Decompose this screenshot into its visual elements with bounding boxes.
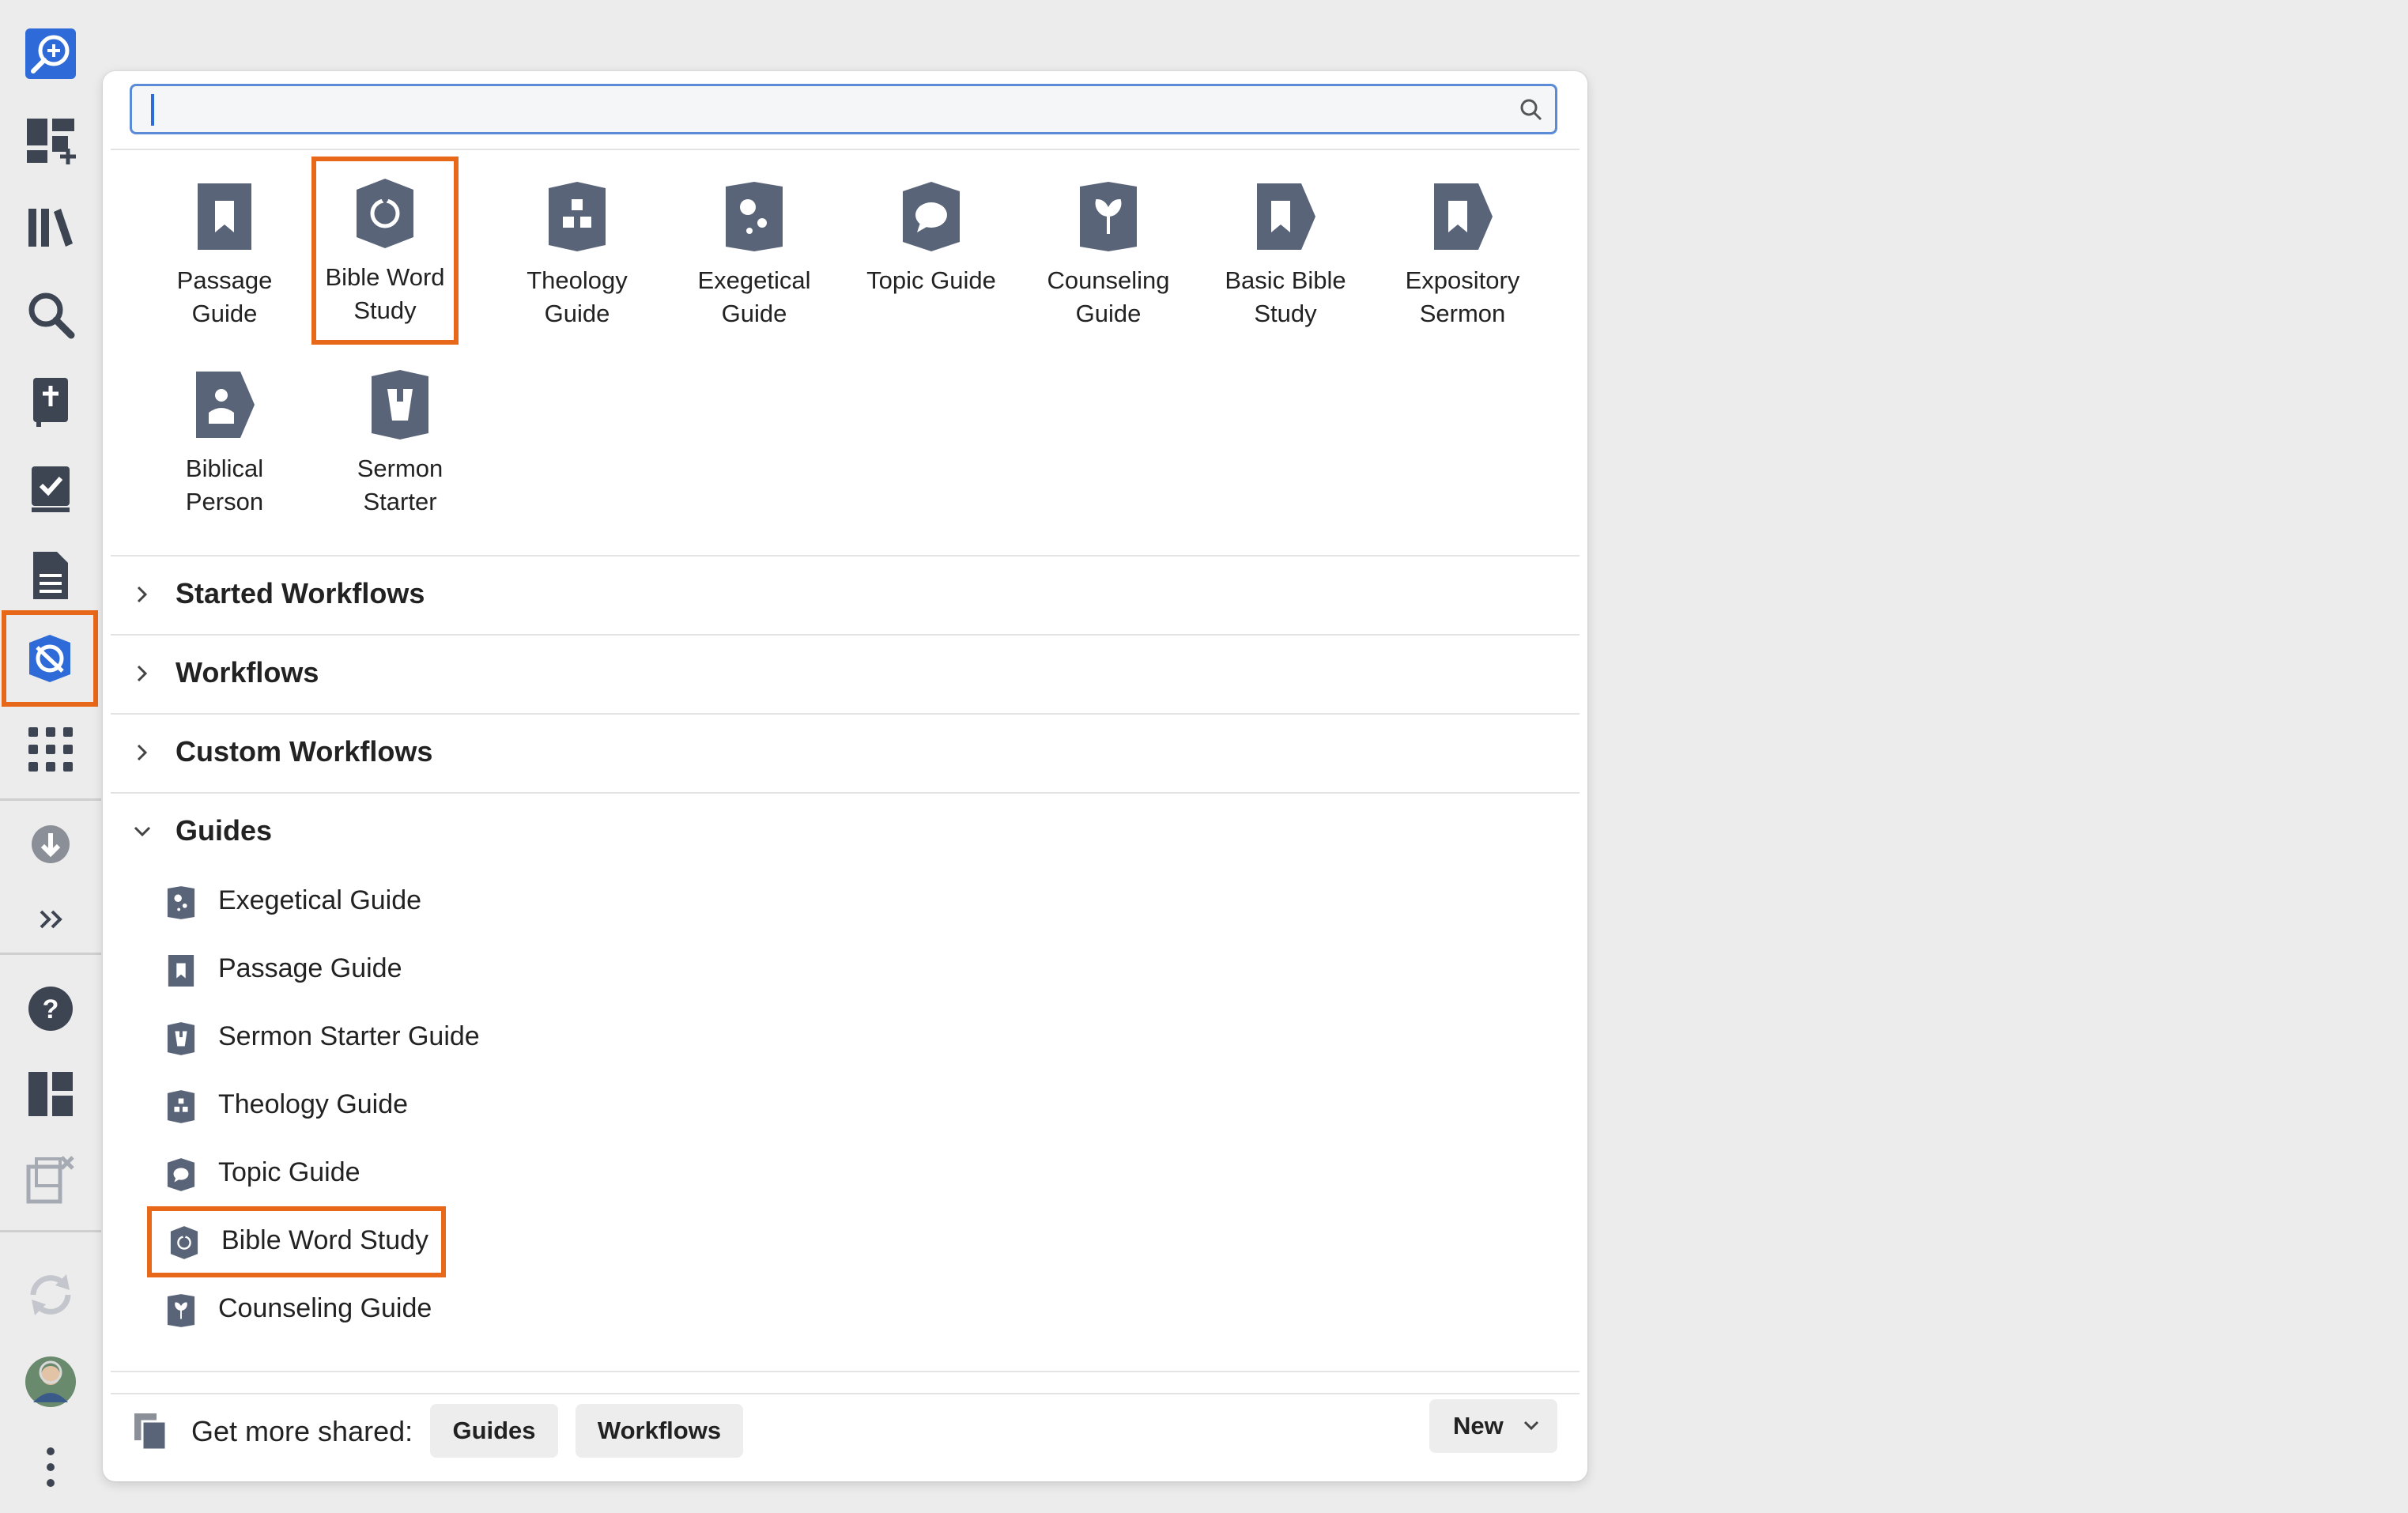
tile-expository-sermon[interactable]: Expository Sermon: [1374, 160, 1551, 343]
section-title: Guides: [176, 814, 273, 847]
guide-label: Counseling Guide: [218, 1293, 432, 1323]
tile-biblical-person[interactable]: Biblical Person: [136, 348, 313, 531]
guide-item-sermon-starter-guide[interactable]: Sermon Starter Guide: [152, 1009, 626, 1067]
left-toolbar: ?: [0, 0, 101, 1513]
svg-text:?: ?: [43, 994, 59, 1024]
tile-label: Bible Word Study: [325, 263, 445, 324]
guide-item-counseling-guide[interactable]: Counseling Guide: [152, 1281, 626, 1339]
tile-label: Basic Bible Study: [1225, 266, 1346, 327]
search-box[interactable]: [130, 84, 1557, 134]
tile-basic-bible-study[interactable]: Basic Bible Study: [1197, 160, 1374, 343]
search-input[interactable]: [146, 94, 1490, 126]
tile-counseling-guide[interactable]: Counseling Guide: [1020, 160, 1197, 343]
toolbar-divider: [0, 953, 101, 955]
new-button-label: New: [1453, 1412, 1504, 1439]
shared-guides-button[interactable]: Guides: [430, 1404, 558, 1458]
guide-item-topic-guide[interactable]: Topic Guide: [152, 1145, 626, 1203]
more-chevrons-icon[interactable]: [13, 881, 89, 957]
guide-label: Topic Guide: [218, 1157, 360, 1187]
chevron-right-icon: [131, 662, 153, 685]
get-more-shared-label: Get more shared:: [191, 1415, 413, 1447]
guide-item-passage-guide[interactable]: Passage Guide: [152, 941, 626, 999]
layouts-icon[interactable]: [13, 1056, 89, 1132]
tile-label: Counseling Guide: [1047, 266, 1170, 327]
tile-exegetical-guide[interactable]: Exegetical Guide: [666, 160, 843, 343]
toolbar-divider: [0, 1230, 101, 1232]
tile-sermon-starter[interactable]: Sermon Starter: [311, 348, 489, 531]
chevron-down-icon: [1523, 1421, 1539, 1431]
guide-item-bible-word-study[interactable]: Bible Word Study: [147, 1206, 446, 1277]
avatar[interactable]: [13, 1344, 89, 1420]
counseling-guide-icon: [1077, 180, 1140, 253]
chevron-right-icon: [131, 583, 153, 606]
counseling-guide-icon: [166, 1293, 196, 1328]
tile-label: Expository Sermon: [1405, 266, 1520, 327]
divider: [111, 149, 1580, 150]
close-panels-icon[interactable]: [13, 1141, 89, 1217]
theology-guide-icon: [545, 180, 609, 253]
divider: [111, 1371, 1580, 1372]
footer-bar: Get more shared: Guides Workflows New: [103, 1383, 1587, 1481]
guides-icon[interactable]: [2, 610, 98, 707]
chevron-down-icon: [131, 821, 153, 843]
bible-icon[interactable]: [13, 364, 89, 440]
guide-label: Exegetical Guide: [218, 885, 422, 915]
exegetical-guide-icon: [166, 885, 196, 920]
guide-label: Theology Guide: [218, 1089, 409, 1119]
guide-label: Sermon Starter Guide: [218, 1021, 480, 1051]
guide-label: Bible Word Study: [221, 1225, 429, 1255]
theology-guide-icon: [166, 1089, 196, 1124]
add-panel-icon[interactable]: [13, 103, 89, 179]
search-icon[interactable]: [1519, 97, 1544, 123]
section-guides[interactable]: Guides: [111, 794, 1580, 871]
expository-sermon-icon: [1431, 180, 1494, 253]
library-icon[interactable]: [13, 190, 89, 266]
topic-guide-icon: [900, 180, 963, 253]
copy-icon: [134, 1413, 168, 1451]
exegetical-guide-icon: [723, 180, 786, 253]
tile-bible-word-study[interactable]: Bible Word Study: [311, 157, 459, 345]
search-icon[interactable]: [13, 277, 89, 353]
basic-bible-study-icon: [1254, 180, 1317, 253]
tile-label: Theology Guide: [527, 266, 628, 327]
chevron-right-icon: [131, 741, 153, 764]
sermon-starter-icon: [368, 368, 432, 441]
kebab-menu-icon[interactable]: [13, 1429, 89, 1505]
toolbar-divider: [0, 798, 101, 801]
guide-label: Passage Guide: [218, 953, 402, 983]
guide-item-theology-guide[interactable]: Theology Guide: [152, 1077, 626, 1135]
passage-guide-icon: [166, 953, 196, 988]
section-workflows[interactable]: Workflows: [111, 636, 1580, 713]
tile-label: Exegetical Guide: [697, 266, 811, 327]
tile-passage-guide[interactable]: Passage Guide: [136, 160, 313, 343]
help-icon[interactable]: ?: [13, 971, 89, 1047]
download-icon[interactable]: [13, 806, 89, 882]
tile-label: Passage Guide: [176, 266, 273, 327]
document-icon[interactable]: [13, 538, 89, 613]
section-title: Started Workflows: [176, 577, 425, 609]
section-started-workflows[interactable]: Started Workflows: [111, 557, 1580, 634]
biblical-person-icon: [193, 368, 256, 441]
sermon-starter-icon: [166, 1021, 196, 1056]
section-custom-workflows[interactable]: Custom Workflows: [111, 715, 1580, 792]
topic-guide-icon: [166, 1157, 196, 1192]
section-title: Custom Workflows: [176, 735, 433, 768]
new-button[interactable]: New: [1429, 1399, 1557, 1453]
tile-theology-guide[interactable]: Theology Guide: [489, 160, 666, 343]
guide-item-exegetical-guide[interactable]: Exegetical Guide: [152, 873, 626, 931]
shared-workflows-button[interactable]: Workflows: [576, 1404, 743, 1458]
tile-topic-guide[interactable]: Topic Guide: [843, 160, 1020, 343]
tile-label: Sermon Starter: [357, 455, 443, 515]
section-title: Workflows: [176, 656, 319, 689]
tile-label: Biblical Person: [185, 455, 264, 515]
passage-guide-icon: [193, 180, 256, 253]
bible-word-study-icon: [353, 177, 417, 250]
apps-grid-icon[interactable]: [13, 711, 89, 787]
bible-word-study-icon: [169, 1225, 199, 1260]
guides-panel: Passage Guide Bible Word Study Theology …: [103, 71, 1587, 1481]
sync-icon[interactable]: [13, 1257, 89, 1333]
reading-plan-icon[interactable]: [13, 451, 89, 526]
search-home-icon[interactable]: [13, 16, 89, 92]
tile-label: Topic Guide: [866, 266, 996, 294]
